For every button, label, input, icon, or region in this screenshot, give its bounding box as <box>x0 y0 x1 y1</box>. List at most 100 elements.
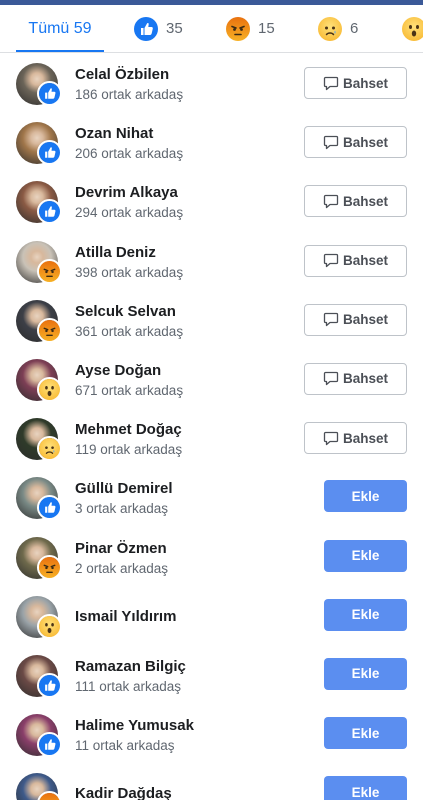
mutual-friends: 398 ortak arkadaş <box>75 264 184 280</box>
list-item[interactable]: Atilla Deniz 398 ortak arkadaş Bahset <box>0 232 423 291</box>
button-label: Bahset <box>342 134 388 150</box>
person-name[interactable]: Ozan Nihat <box>75 125 153 142</box>
mutual-friends: 2 ortak arkadaş <box>75 560 169 576</box>
list-item[interactable]: Devrim Alkaya 294 ortak arkadaş Bahset <box>0 172 423 231</box>
add-friend-button[interactable]: Ekle <box>324 776 407 800</box>
person-name[interactable]: Güllü Demirel <box>75 480 173 497</box>
reaction-badge <box>37 613 62 639</box>
add-friend-button[interactable]: Ekle <box>324 539 407 572</box>
button-label: Bahset <box>342 193 388 209</box>
add-friend-button[interactable]: Ekle <box>324 598 407 631</box>
like-icon <box>39 83 60 104</box>
mention-button[interactable]: Bahset <box>304 244 407 277</box>
like-icon <box>134 16 158 41</box>
message-icon <box>323 372 339 386</box>
person-name[interactable]: Devrim Alkaya <box>75 184 178 201</box>
list-item[interactable]: Ozan Nihat 206 ortak arkadaş Bahset <box>0 113 423 172</box>
mutual-friends: 206 ortak arkadaş <box>75 146 184 162</box>
person-name[interactable]: Celal Özbilen <box>75 66 169 83</box>
sad-icon <box>39 438 60 460</box>
list-item[interactable]: Kadir Dağdaş Ekle <box>0 764 423 800</box>
angry-icon <box>226 16 250 41</box>
person-name[interactable]: Ismail Yıldırım <box>75 608 176 625</box>
mention-button[interactable]: Bahset <box>304 185 407 218</box>
reaction-badge <box>37 199 62 225</box>
people-list: Celal Özbilen 186 ortak arkadaş Bahset Ozan… <box>0 54 423 800</box>
button-label: Ekle <box>351 725 380 741</box>
list-item[interactable]: Pinar Özmen 2 ortak arkadaş Ekle <box>0 528 423 587</box>
angry-icon <box>39 319 60 341</box>
like-icon <box>39 142 60 164</box>
tab-like[interactable]: 35 <box>134 5 183 52</box>
like-icon <box>39 734 60 756</box>
list-item[interactable]: Güllü Demirel 3 ortak arkadaş Ekle <box>0 468 423 527</box>
mutual-friends: 361 ortak arkadaş <box>75 323 184 339</box>
reaction-badge <box>37 81 62 106</box>
wow-icon <box>39 615 60 637</box>
tab-all[interactable]: Tümü 59 <box>16 5 104 52</box>
add-friend-button[interactable]: Ekle <box>324 480 407 513</box>
person-name[interactable]: Ayse Doğan <box>75 362 161 379</box>
message-icon <box>323 253 339 268</box>
wow-icon <box>39 378 60 400</box>
like-icon <box>39 674 60 696</box>
mention-button[interactable]: Bahset <box>304 126 407 159</box>
mention-button[interactable]: Bahset <box>304 303 407 336</box>
mutual-friends: 111 ortak arkadaş <box>75 678 182 694</box>
person-name[interactable]: Halime Yumusak <box>75 717 194 734</box>
reaction-badge <box>37 140 62 166</box>
person-name[interactable]: Selcuk Selvan <box>75 303 176 320</box>
mention-button[interactable]: Bahset <box>304 422 407 455</box>
wow-icon <box>402 16 423 41</box>
reaction-badge <box>37 554 62 580</box>
list-item[interactable]: Ayse Doğan 671 ortak arkadaş Bahset <box>0 350 423 409</box>
list-item[interactable]: Mehmet Doğaç 119 ortak arkadaş Bahset <box>0 409 423 468</box>
reaction-badge <box>37 672 62 698</box>
message-icon <box>323 135 339 149</box>
tab-sad-count: 6 <box>350 20 359 37</box>
message-icon <box>323 431 339 445</box>
mutual-friends: 186 ortak arkadaş <box>75 87 184 102</box>
mutual-friends: 119 ortak arkadaş <box>75 442 183 458</box>
button-label: Ekle <box>351 488 380 504</box>
message-icon <box>323 313 339 327</box>
list-item[interactable]: Celal Özbilen 186 ortak arkadaş Bahset <box>0 54 423 113</box>
mention-button[interactable]: Bahset <box>304 362 407 395</box>
angry-icon <box>39 793 60 800</box>
button-label: Bahset <box>342 253 388 269</box>
person-name[interactable]: Pinar Özmen <box>75 540 167 557</box>
button-label: Bahset <box>342 430 388 446</box>
mutual-friends: 294 ortak arkadaş <box>75 205 184 221</box>
reaction-badge <box>37 732 62 758</box>
list-item[interactable]: Halime Yumusak 11 ortak arkadaş Ekle <box>0 705 423 764</box>
person-name[interactable]: Atilla Deniz <box>75 244 156 261</box>
list-item[interactable]: Selcuk Selvan 361 ortak arkadaş Bahset <box>0 291 423 350</box>
reaction-badge <box>37 436 62 462</box>
tab-angry-count: 15 <box>258 20 275 37</box>
add-friend-button[interactable]: Ekle <box>324 657 407 690</box>
person-name[interactable]: Kadir Dağdaş <box>75 785 172 800</box>
list-item[interactable]: Ismail Yıldırım Ekle <box>0 587 423 646</box>
list-item[interactable]: Ramazan Bilgiç 111 ortak arkadaş Ekle <box>0 646 423 705</box>
button-label: Bahset <box>342 312 388 328</box>
angry-icon <box>39 260 60 282</box>
tab-sad[interactable]: 6 <box>318 5 358 52</box>
person-name[interactable]: Ramazan Bilgiç <box>75 658 186 675</box>
message-icon <box>323 76 339 90</box>
person-name[interactable]: Mehmet Doğaç <box>75 421 182 438</box>
like-icon <box>39 497 60 519</box>
tab-like-count: 35 <box>166 20 183 37</box>
mention-button[interactable]: Bahset <box>304 67 407 99</box>
button-label: Ekle <box>351 784 380 800</box>
button-label: Bahset <box>342 75 388 91</box>
mutual-friends: 671 ortak arkadaş <box>75 382 184 398</box>
tab-wow[interactable] <box>402 5 423 52</box>
mutual-friends: 11 ortak arkadaş <box>75 738 175 754</box>
reaction-tabs: Tümü 59 35 15 6 <box>0 5 423 53</box>
mutual-friends: 3 ortak arkadaş <box>75 501 169 517</box>
add-friend-button[interactable]: Ekle <box>324 717 407 750</box>
button-label: Ekle <box>351 666 380 682</box>
reaction-badge <box>37 791 62 800</box>
tab-all-label: Tümü 59 <box>28 19 92 37</box>
tab-angry[interactable]: 15 <box>226 5 275 52</box>
